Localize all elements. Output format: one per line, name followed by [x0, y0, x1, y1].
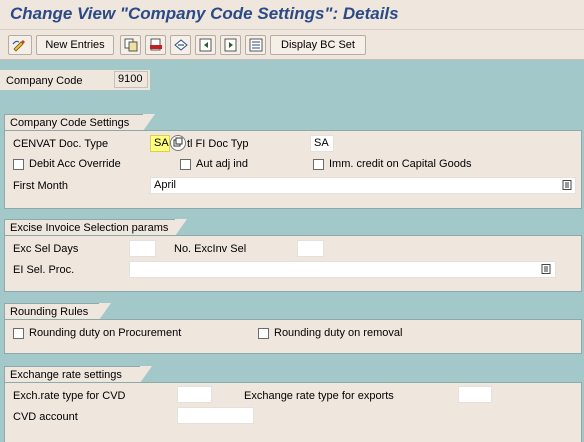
rounding-procurement-label: Rounding duty on Procurement [29, 327, 182, 339]
variable-list-button[interactable] [245, 35, 266, 55]
rounding-removal-checkbox[interactable] [258, 328, 269, 339]
rounding-procurement-checkbox[interactable] [13, 328, 24, 339]
page-title: Change View "Company Code Settings": Det… [10, 4, 399, 23]
title-bar: Change View "Company Code Settings": Det… [0, 0, 584, 30]
exc-sel-days-label: Exc Sel Days [13, 243, 79, 255]
exchange-rate-tab: Exchange rate settings [4, 366, 152, 383]
change-mode-icon [12, 40, 25, 52]
display-bc-set-button[interactable]: Display BC Set [270, 35, 366, 55]
previous-entry-icon [199, 38, 211, 52]
company-code-value: 9100 [114, 71, 148, 88]
debit-acc-override-checkbox[interactable] [13, 159, 24, 170]
company-code-settings-tab: Company Code Settings [4, 114, 155, 131]
cenvat-doc-type-input[interactable]: SA [150, 135, 170, 152]
next-entry-icon [224, 38, 236, 52]
value-help-icon [173, 137, 183, 147]
application-toolbar: New Entries Display BC Set [0, 30, 584, 60]
aut-adj-ind-label: Aut adj ind [196, 158, 248, 170]
first-month-label: First Month [13, 180, 69, 192]
variable-list-icon [249, 38, 262, 52]
dropdown-list-icon[interactable] [562, 180, 572, 190]
cvd-account-label: CVD account [13, 411, 78, 423]
value-help-button[interactable] [170, 135, 186, 151]
rounding-rules-tab: Rounding Rules [4, 303, 111, 320]
debit-acc-override-label: Debit Acc Override [29, 158, 121, 170]
new-entries-button[interactable]: New Entries [36, 35, 114, 55]
exc-sel-days-input[interactable] [129, 240, 156, 257]
no-excinv-sel-label: No. ExcInv Sel [174, 243, 247, 255]
no-excinv-sel-input[interactable] [297, 240, 324, 257]
cvd-account-input[interactable] [177, 407, 254, 424]
delete-button[interactable] [145, 35, 166, 55]
copy-button[interactable] [120, 35, 141, 55]
exch-rate-exports-label: Exchange rate type for exports [244, 390, 394, 402]
exch-rate-cvd-input[interactable] [177, 386, 212, 403]
ei-sel-proc-label: EI Sel. Proc. [13, 264, 75, 276]
undo-button[interactable] [170, 35, 191, 55]
rounding-removal-label: Rounding duty on removal [274, 327, 403, 339]
imm-credit-checkbox[interactable] [313, 159, 324, 170]
undo-icon [173, 39, 188, 51]
cenvat-doc-type-label: CENVAT Doc. Type [13, 138, 109, 150]
fi-doc-type-label: tl FI Doc Typ [187, 138, 249, 150]
next-entry-button[interactable] [220, 35, 241, 55]
excise-invoice-tab: Excise Invoice Selection params [4, 219, 187, 236]
exch-rate-exports-input[interactable] [458, 386, 492, 403]
fi-doc-type-input[interactable]: SA [310, 135, 334, 152]
exch-rate-cvd-label: Exch.rate type for CVD [13, 390, 126, 402]
previous-entry-button[interactable] [195, 35, 216, 55]
dropdown-list-icon[interactable] [541, 264, 551, 274]
aut-adj-ind-checkbox[interactable] [180, 159, 191, 170]
change-mode-button[interactable] [8, 35, 32, 55]
copy-icon [124, 38, 137, 52]
company-code-label: Company Code [6, 75, 83, 87]
delete-icon [149, 38, 162, 51]
ei-sel-proc-dropdown[interactable] [129, 261, 556, 278]
imm-credit-label: Imm. credit on Capital Goods [329, 158, 472, 170]
first-month-dropdown[interactable]: April [150, 177, 576, 194]
